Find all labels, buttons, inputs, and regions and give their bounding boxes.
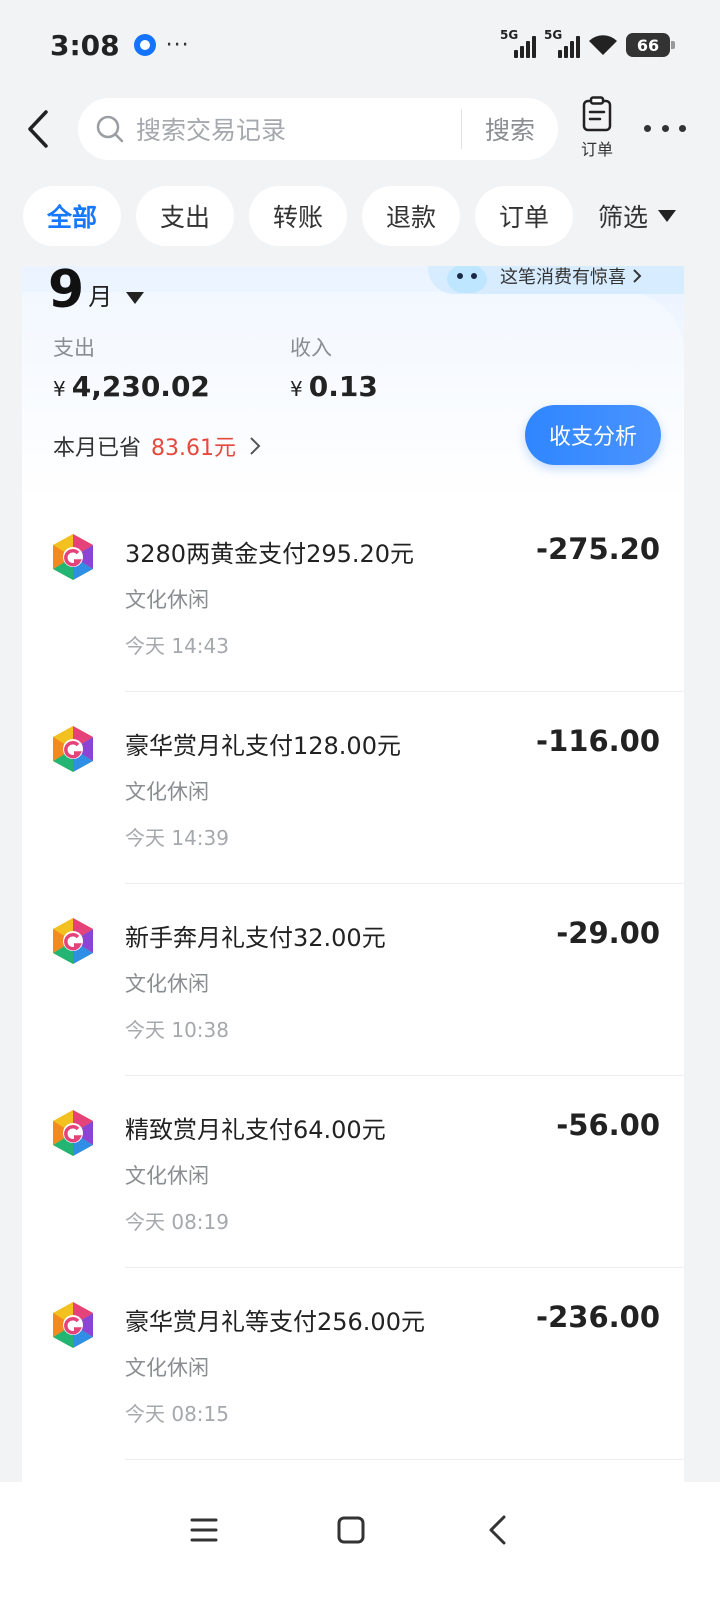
app-notification-icon xyxy=(133,34,156,56)
transaction-time: 今天 10:38 xyxy=(125,1018,229,1042)
transaction-category: 文化休闲 xyxy=(125,780,209,804)
search-button[interactable]: 搜索 xyxy=(462,111,558,147)
dot-icon xyxy=(679,124,686,132)
transaction-row[interactable]: 豪华赏月礼等支付256.00元文化休闲今天 08:15 -236.00 xyxy=(22,1268,684,1460)
currency-symbol: ¥ xyxy=(290,377,303,401)
expense-value-row: ¥4,230.02 xyxy=(53,370,210,403)
chevron-right-icon xyxy=(250,437,261,455)
merchant-logo-icon xyxy=(53,1110,93,1156)
search-placeholder: 搜索交易记录 xyxy=(136,116,287,145)
month-selector[interactable]: 9 月 xyxy=(48,266,145,320)
expense-label: 支出 xyxy=(53,336,95,360)
filter-chip-all[interactable]: 全部 xyxy=(23,186,121,246)
back-triangle-icon[interactable] xyxy=(476,1508,520,1552)
merchant-logo-icon xyxy=(53,726,93,772)
caret-down-icon xyxy=(658,210,677,222)
orders-label: 订单 xyxy=(580,140,613,159)
transaction-amount: -29.00 xyxy=(556,916,660,950)
transaction-category: 文化休闲 xyxy=(125,1164,209,1188)
caret-down-icon xyxy=(126,292,145,304)
expense-stat: 支出 ¥4,230.02 xyxy=(53,332,210,403)
filter-chip-expense[interactable]: 支出 xyxy=(136,186,234,246)
transaction-amount: -236.00 xyxy=(536,1300,660,1334)
signal-icon: 5G xyxy=(544,28,580,58)
transaction-title: 精致赏月礼支付64.00元 xyxy=(125,1116,386,1144)
transaction-time: 今天 14:43 xyxy=(125,634,229,658)
back-arrow-icon[interactable] xyxy=(20,104,56,154)
transaction-amount: -275.20 xyxy=(536,532,660,566)
month-number: 9 xyxy=(48,266,85,320)
month-summary: 这笔消费有惊喜 9 月 支出 ¥4,230.02 收入 ¥0.13 本月已省 8… xyxy=(22,266,684,500)
transaction-time: 今天 08:15 xyxy=(125,1402,229,1426)
battery-icon: 66 xyxy=(626,33,675,57)
battery-level: 66 xyxy=(636,35,660,55)
filter-chip-orders[interactable]: 订单 xyxy=(475,186,573,246)
transaction-category: 文化休闲 xyxy=(125,1356,209,1380)
status-more-notifications: ··· xyxy=(165,32,190,58)
expense-value: 4,230.02 xyxy=(71,370,210,403)
transaction-row[interactable]: 精致赏月礼支付64.00元文化休闲今天 08:19 -56.00 xyxy=(22,1076,684,1268)
transaction-row[interactable]: 新手奔月礼支付32.00元文化休闲今天 10:38 -29.00 xyxy=(22,884,684,1076)
transaction-category: 文化休闲 xyxy=(125,972,209,996)
transaction-title: 豪华赏月礼支付128.00元 xyxy=(125,732,401,760)
transaction-list: 3280两黄金支付295.20元 文化休闲 今天 14:43 -275.20 豪华赏月… xyxy=(22,500,684,1460)
transaction-category: 文化休闲 xyxy=(125,588,209,612)
chevron-right-icon xyxy=(633,269,642,283)
savings-link[interactable]: 本月已省 83.61元 xyxy=(53,430,262,462)
more-options-button[interactable] xyxy=(640,110,690,146)
network-type-label: 5G xyxy=(544,28,563,42)
filter-dropdown-label: 筛选 xyxy=(598,203,649,232)
transaction-time: 今天 14:39 xyxy=(125,826,229,850)
mascot-icon xyxy=(447,266,487,293)
transaction-amount: -56.00 xyxy=(556,1108,660,1142)
savings-amount: 83.61元 xyxy=(151,436,236,461)
filter-chip-transfer[interactable]: 转账 xyxy=(249,186,347,246)
clipboard-icon xyxy=(582,96,612,132)
status-indicators: 5G 5G 66 xyxy=(500,28,675,58)
transaction-title: 3280两黄金支付295.20元 xyxy=(125,540,415,568)
orders-button[interactable]: 订单 xyxy=(572,96,622,162)
transaction-time: 今天 08:19 xyxy=(125,1210,229,1234)
dot-icon xyxy=(644,124,651,132)
filter-chips: 全部 支出 转账 退款 订单 筛选 xyxy=(0,186,720,246)
search-icon xyxy=(96,115,124,143)
promo-text: 这笔消费有惊喜 xyxy=(500,267,626,288)
filter-dropdown[interactable]: 筛选 xyxy=(598,186,677,246)
merchant-logo-icon xyxy=(53,918,93,964)
income-stat: 收入 ¥0.13 xyxy=(290,332,378,403)
savings-label: 本月已省 xyxy=(53,436,142,461)
transaction-amount: -116.00 xyxy=(536,724,660,758)
status-time: 3:08 xyxy=(50,28,120,62)
network-type-label: 5G xyxy=(500,28,519,42)
transaction-row[interactable]: 豪华赏月礼支付128.00元文化休闲今天 14:39 -116.00 xyxy=(22,692,684,884)
row-divider xyxy=(125,1459,684,1460)
income-value-row: ¥0.13 xyxy=(290,370,378,403)
signal-icon: 5G xyxy=(500,28,536,58)
currency-symbol: ¥ xyxy=(53,377,66,401)
status-bar: 3:08 ··· 5G 5G 66 xyxy=(0,0,720,90)
dot-icon xyxy=(661,124,669,132)
transactions-card: 这笔消费有惊喜 9 月 支出 ¥4,230.02 收入 ¥0.13 本月已省 8… xyxy=(22,266,684,1482)
merchant-logo-icon xyxy=(53,534,93,580)
transaction-title: 新手奔月礼支付32.00元 xyxy=(125,924,386,952)
transaction-title: 豪华赏月礼等支付256.00元 xyxy=(125,1308,425,1336)
month-unit: 月 xyxy=(88,283,113,311)
home-square-icon[interactable] xyxy=(329,1508,373,1552)
menu-icon[interactable] xyxy=(182,1508,226,1552)
income-value: 0.13 xyxy=(308,370,378,403)
search-input[interactable]: 搜索交易记录 搜索 xyxy=(78,98,558,160)
system-navigation-bar xyxy=(0,1482,720,1600)
merchant-logo-icon xyxy=(53,1302,93,1348)
income-expense-analysis-button[interactable]: 收支分析 xyxy=(525,405,661,465)
transaction-row[interactable]: 3280两黄金支付295.20元文化休闲今天 14:43 -275.20 xyxy=(22,500,684,692)
search-header: 搜索交易记录 搜索 订单 xyxy=(0,96,720,162)
filter-chip-refund[interactable]: 退款 xyxy=(362,186,460,246)
promo-banner[interactable]: 这笔消费有惊喜 xyxy=(428,266,684,294)
wifi-icon xyxy=(589,35,617,55)
income-label: 收入 xyxy=(290,336,332,360)
